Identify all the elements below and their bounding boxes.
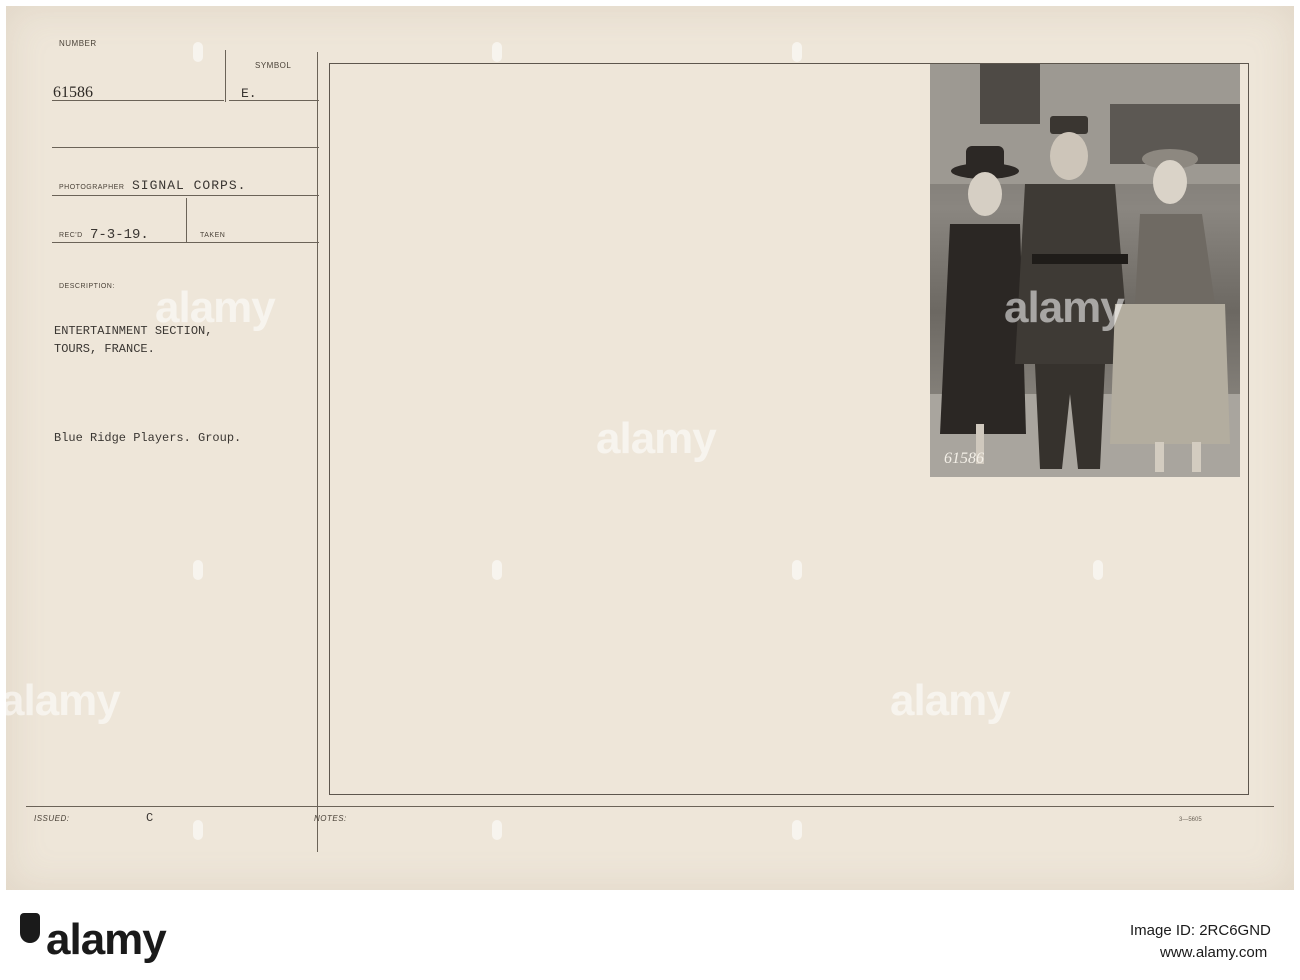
watermark-2: alamy [596,414,717,463]
watermark-mark [193,560,203,580]
symbol-value: E. [241,86,257,101]
photo-lei [1135,214,1215,304]
photo-uniform [1015,184,1130,364]
watermark-mark [792,820,802,840]
brand-logo-mark [20,913,40,943]
description-line-2: TOURS, FRANCE. [54,342,155,356]
watermark-mark [492,820,502,840]
notes-label: NOTES: [314,814,347,823]
watermark-mark [193,820,203,840]
photo-face-right [1153,160,1187,204]
brand-logo: alamy [46,915,167,964]
watermark-1: alamy [155,283,276,332]
description-line-3: Blue Ridge Players. Group. [54,431,242,445]
watermark-3: alamy [1004,283,1125,332]
watermark-mark [492,560,502,580]
number-underline [52,100,224,101]
number-symbol-divider [225,50,226,102]
number-label: NUMBER [59,39,97,48]
watermark-mark [1093,560,1103,580]
photo-grass-skirt [1110,304,1230,444]
mounted-photograph [930,64,1240,477]
photo-hat-crown [966,146,1004,172]
watermark-mark [792,42,802,62]
watermark-mark [193,42,203,62]
photo-inscribed-number: 61586 [944,450,984,467]
page-code: 3—5605 [1179,817,1202,823]
column-divider [317,52,318,852]
photo-leg-right-a [1155,442,1164,472]
section-divider-1 [52,147,319,148]
symbol-label: SYMBOL [255,61,292,70]
issued-label: ISSUED: [34,814,70,823]
description-label: DESCRIPTION: [59,283,115,290]
photo-belt [1032,254,1128,264]
photographer-underline [52,195,319,196]
footer-band [0,890,1300,980]
taken-label: TAKEN [200,232,226,239]
photo-building [980,64,1040,124]
photographer-label: PHOTOGRAPHER [59,184,125,191]
photo-face-left [968,172,1002,216]
photo-cap [1050,116,1088,134]
recd-label: REC'D [59,232,83,239]
recd-underline [52,242,319,243]
issued-value: C [146,811,154,825]
bottom-divider [26,806,1274,807]
watermark-5: alamy [890,676,1011,725]
site-url: www.alamy.com [1160,944,1268,961]
photographer-value: SIGNAL CORPS. [132,178,247,193]
watermark-mark [792,560,802,580]
photo-leg-right-b [1192,442,1201,472]
watermark-4: alamy [0,676,121,725]
recd-taken-divider [186,198,187,242]
symbol-underline [229,100,319,101]
photo-face-center [1050,132,1088,180]
recd-value: 7-3-19. [90,227,149,243]
photograph-illustration [930,64,1240,477]
watermark-mark [492,42,502,62]
image-id: Image ID: 2RC6GND [1130,922,1271,939]
